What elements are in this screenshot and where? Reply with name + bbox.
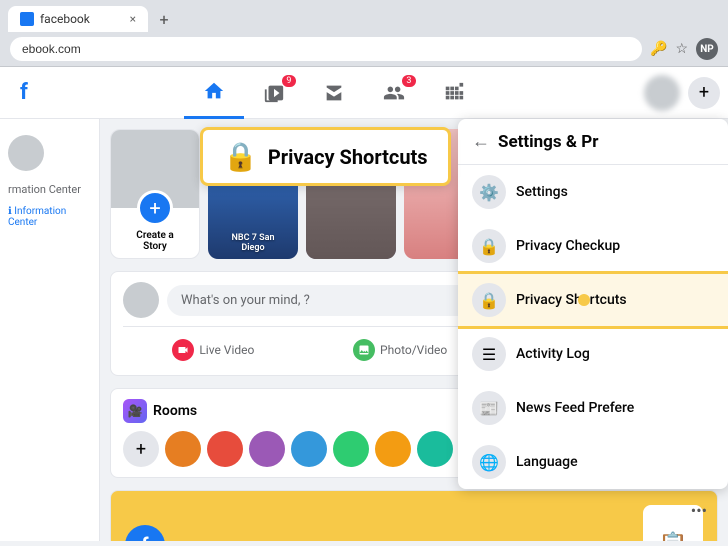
tab-close-button[interactable]: ×	[130, 12, 136, 26]
dropdown-header: ← Settings & Pr	[458, 119, 728, 165]
menu-icon	[443, 82, 465, 104]
language-icon: 🌐	[472, 445, 506, 479]
left-sidebar: rmation Center ℹ Information Center	[0, 119, 100, 541]
fb-logo: f	[8, 72, 40, 113]
composer-avatar	[123, 282, 159, 318]
nav-tab-home[interactable]	[184, 67, 244, 119]
dropdown-back-button[interactable]: ←	[472, 131, 490, 152]
activity-log-icon: ☰	[472, 337, 506, 371]
fb-promo-card: f 📋 •••	[110, 490, 718, 541]
people-badge: 3	[402, 75, 416, 87]
privacy-shortcuts-popup: 🔒 Privacy Shortcuts	[200, 127, 451, 186]
activity-log-label: Activity Log	[516, 346, 590, 362]
nav-tabs: 9 3	[184, 67, 484, 119]
home-icon	[203, 80, 225, 102]
nav-avatar[interactable]	[644, 75, 680, 111]
live-video-button[interactable]: Live Video	[164, 335, 262, 365]
tab-label: facebook	[40, 12, 90, 26]
dropdown-item-privacy-shortcuts[interactable]: 🔒 Privacy Shortcuts	[458, 273, 728, 327]
news-feed-icon: 📰	[472, 391, 506, 425]
fb-navbar: f 9 3	[0, 67, 728, 119]
nav-right	[628, 75, 688, 111]
sidebar-info-center[interactable]: ℹ Information Center	[0, 202, 99, 232]
rooms-icon: 🎥	[123, 399, 147, 423]
story-name-nbc: NBC 7 SanDiego	[208, 233, 298, 253]
rooms-title-label: Rooms	[153, 403, 197, 419]
room-avatar-4	[291, 431, 327, 467]
fb-app: f 9 3	[0, 67, 728, 541]
privacy-shortcuts-label: Privacy Shortcuts	[516, 292, 627, 308]
live-video-label: Live Video	[199, 343, 254, 357]
browser-chrome: facebook × + 🔑 ☆ NP	[0, 0, 728, 67]
star-icon[interactable]: ☆	[675, 41, 688, 57]
fb-promo-logo: f	[125, 525, 165, 541]
dropdown-item-language[interactable]: 🌐 Language	[458, 435, 728, 489]
store-icon	[323, 82, 345, 104]
new-tab-button[interactable]: +	[152, 7, 176, 31]
nav-tab-video[interactable]: 9	[244, 67, 304, 119]
nav-tab-store[interactable]	[304, 67, 364, 119]
privacy-checkup-icon: 🔒	[472, 229, 506, 263]
fb-promo-more-button[interactable]: •••	[691, 501, 707, 520]
user-avatar[interactable]: NP	[696, 38, 718, 60]
photo-video-button[interactable]: Photo/Video	[345, 335, 455, 365]
privacy-popup-title: Privacy Shortcuts	[268, 145, 428, 169]
nav-tab-menu[interactable]	[424, 67, 484, 119]
privacy-popup-lock: 🔒	[223, 140, 258, 173]
create-story-label: Create aStory	[132, 226, 177, 258]
room-add-button[interactable]: +	[123, 431, 159, 467]
dropdown-item-news-feed[interactable]: 📰 News Feed Prefere	[458, 381, 728, 435]
composer-suffix: ?	[304, 293, 310, 308]
photo-video-icon	[353, 339, 375, 361]
dropdown-title: Settings & Pr	[498, 132, 598, 152]
video-badge: 9	[282, 75, 296, 87]
privacy-shortcuts-icon: 🔒	[472, 283, 506, 317]
browser-tab[interactable]: facebook ×	[8, 6, 148, 32]
room-avatar-1	[165, 431, 201, 467]
language-label: Language	[516, 454, 578, 470]
privacy-checkup-label: Privacy Checkup	[516, 238, 620, 254]
nav-add-button[interactable]: +	[688, 77, 720, 109]
video-icon	[263, 82, 285, 104]
settings-label: Settings	[516, 184, 568, 200]
room-avatar-7	[417, 431, 453, 467]
address-input[interactable]	[10, 37, 642, 61]
room-avatar-6	[375, 431, 411, 467]
rooms-title: 🎥 Rooms	[123, 399, 197, 423]
dropdown-item-privacy-checkup[interactable]: 🔒 Privacy Checkup	[458, 219, 728, 273]
news-feed-label: News Feed Prefere	[516, 400, 634, 416]
create-story-plus: +	[137, 190, 173, 226]
photo-video-label: Photo/Video	[380, 343, 447, 357]
settings-dropdown: ← Settings & Pr ⚙️ Settings 🔒 Privacy Ch…	[458, 119, 728, 489]
connector-dot	[578, 294, 590, 306]
sidebar-info: rmation Center	[0, 177, 99, 202]
key-icon[interactable]: 🔑	[650, 41, 667, 57]
room-avatar-3	[249, 431, 285, 467]
room-avatar-2	[207, 431, 243, 467]
create-story-card[interactable]: + Create aStory	[110, 129, 200, 259]
nav-tab-people[interactable]: 3	[364, 67, 424, 119]
sidebar-avatar	[8, 135, 44, 171]
dropdown-item-activity-log[interactable]: ☰ Activity Log	[458, 327, 728, 381]
room-avatar-5	[333, 431, 369, 467]
live-video-icon	[172, 339, 194, 361]
composer-placeholder: What's on your mind,	[181, 293, 300, 308]
dropdown-item-settings[interactable]: ⚙️ Settings	[458, 165, 728, 219]
tab-favicon	[20, 12, 34, 26]
address-bar: 🔑 ☆ NP	[0, 32, 728, 66]
tab-bar: facebook × +	[0, 0, 728, 32]
browser-icons: 🔑 ☆ NP	[650, 38, 718, 60]
settings-icon: ⚙️	[472, 175, 506, 209]
people-icon	[383, 82, 405, 104]
